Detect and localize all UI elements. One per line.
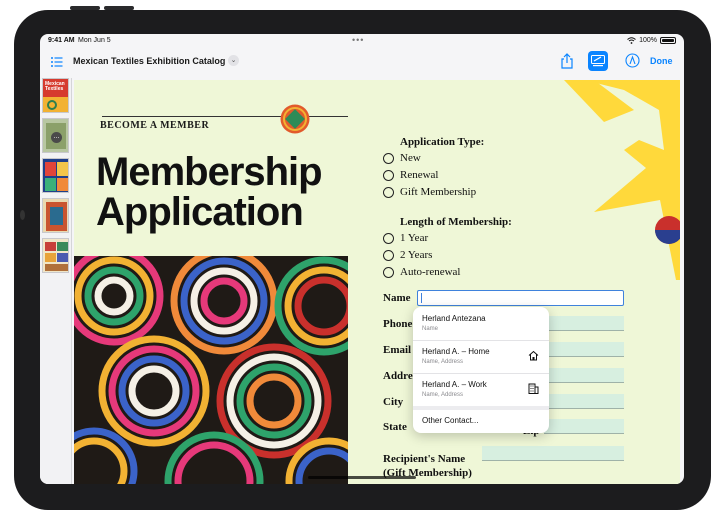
share-icon[interactable] — [560, 53, 574, 69]
toolbar: Mexican Textiles Exhibition Catalog ⌄ Do… — [40, 48, 684, 78]
city-label: City — [383, 396, 404, 408]
header-rule — [102, 116, 348, 117]
autofill-other-contact[interactable]: Other Contact... — [413, 410, 549, 433]
autofill-option-name[interactable]: Herland Antezana Name — [413, 307, 549, 340]
multitasking-dots[interactable]: ••• — [352, 35, 364, 45]
pen-circle-icon[interactable] — [625, 53, 640, 68]
radio-option-1-year[interactable]: 1 Year — [383, 232, 428, 244]
status-time: 9:41 AM — [48, 37, 75, 44]
status-bar: 9:41 AM Mon Jun 5 ••• 100% — [40, 34, 684, 48]
autofill-option-work[interactable]: Herland A. – Work Name, Address — [413, 373, 549, 406]
radio-button[interactable] — [383, 249, 394, 261]
radio-button[interactable] — [383, 186, 394, 198]
textile-artwork — [74, 256, 348, 484]
volume-button — [104, 6, 134, 10]
eyebrow-heading: BECOME A MEMBER — [100, 120, 210, 131]
page-thumbnail-3[interactable] — [42, 158, 69, 193]
medallion-ornament — [280, 104, 310, 134]
radio-option-2-years[interactable]: 2 Years — [383, 249, 432, 261]
other-contact-label: Other Contact... — [422, 416, 479, 425]
chevron-down-icon[interactable]: ⌄ — [228, 55, 239, 66]
zip-field[interactable] — [544, 419, 624, 434]
thumbnail-title: Mexican Textiles — [45, 81, 65, 92]
radio-button[interactable] — [383, 152, 394, 164]
page-thumbnail-1[interactable]: Mexican Textiles — [42, 78, 69, 113]
list-icon[interactable] — [50, 55, 64, 69]
autofill-option-subtitle: Name, Address — [422, 359, 464, 365]
status-indicators: 100% — [627, 37, 676, 44]
radio-label: 1 Year — [400, 232, 429, 244]
markup-icon — [591, 55, 605, 67]
radio-label: 2 Years — [400, 249, 433, 261]
autofill-option-title: Herland A. – Home — [422, 347, 490, 356]
document-title[interactable]: Mexican Textiles Exhibition Catalog — [73, 56, 225, 66]
more-options-icon[interactable]: ... — [51, 132, 62, 143]
sun-graphic — [564, 80, 680, 280]
screen: 9:41 AM Mon Jun 5 ••• 100% Mexican Texti… — [40, 34, 684, 484]
phone-label: Phone — [383, 318, 413, 330]
radio-button[interactable] — [383, 266, 394, 278]
headline-line-2: Application — [96, 190, 304, 234]
autofill-option-subtitle: Name — [422, 326, 439, 332]
radio-option-gift-membership[interactable]: Gift Membership — [383, 186, 476, 198]
battery-percent: 100% — [639, 37, 657, 44]
name-field[interactable] — [417, 290, 624, 306]
page-thumbnail-2[interactable]: ... — [42, 118, 69, 153]
battery-icon — [660, 37, 676, 44]
radio-button[interactable] — [383, 232, 394, 244]
application-type-label: Application Type: — [400, 136, 485, 148]
autofill-option-title: Herland Antezana — [422, 314, 486, 323]
radio-button[interactable] — [383, 169, 394, 181]
page-thumbnail-4[interactable] — [42, 198, 69, 233]
page-thumbnails-sidebar: Mexican Textiles ... — [40, 78, 72, 484]
front-camera — [20, 210, 25, 220]
radio-option-renewal[interactable]: Renewal — [383, 169, 438, 181]
wifi-icon — [627, 37, 636, 44]
radio-label: Auto-renewal — [400, 266, 461, 278]
done-button[interactable]: Done — [650, 56, 673, 66]
autofill-option-home[interactable]: Herland A. – Home Name, Address — [413, 340, 549, 373]
name-label: Name — [383, 292, 411, 304]
autofill-option-title: Herland A. – Work — [422, 380, 487, 389]
email-label: Email — [383, 344, 412, 356]
volume-button — [70, 6, 100, 10]
headline-line-1: Membership — [96, 150, 323, 194]
page-headline: Membership Application — [96, 150, 323, 234]
home-indicator[interactable] — [308, 476, 416, 479]
markup-button[interactable] — [588, 51, 608, 71]
state-label: State — [383, 421, 407, 433]
radio-label: Renewal — [400, 169, 439, 181]
page-thumbnail-5[interactable] — [42, 238, 69, 273]
membership-length-label: Length of Membership: — [400, 216, 512, 228]
house-icon — [528, 350, 539, 361]
radio-option-auto-renewal[interactable]: Auto-renewal — [383, 266, 460, 278]
autofill-option-subtitle: Name, Address — [422, 392, 464, 398]
autofill-contact-popup: Herland Antezana Name Herland A. – Home … — [413, 307, 549, 433]
document-page: BECOME A MEMBER Membership Application A… — [74, 80, 680, 484]
recipient-label-line1: Recipient's Name — [383, 453, 466, 465]
radio-label: New — [400, 152, 421, 164]
status-date: Mon Jun 5 — [78, 37, 111, 44]
building-icon — [528, 383, 539, 394]
recipient-name-field[interactable] — [482, 446, 624, 461]
radio-label: Gift Membership — [400, 186, 477, 198]
radio-option-new[interactable]: New — [383, 152, 421, 164]
